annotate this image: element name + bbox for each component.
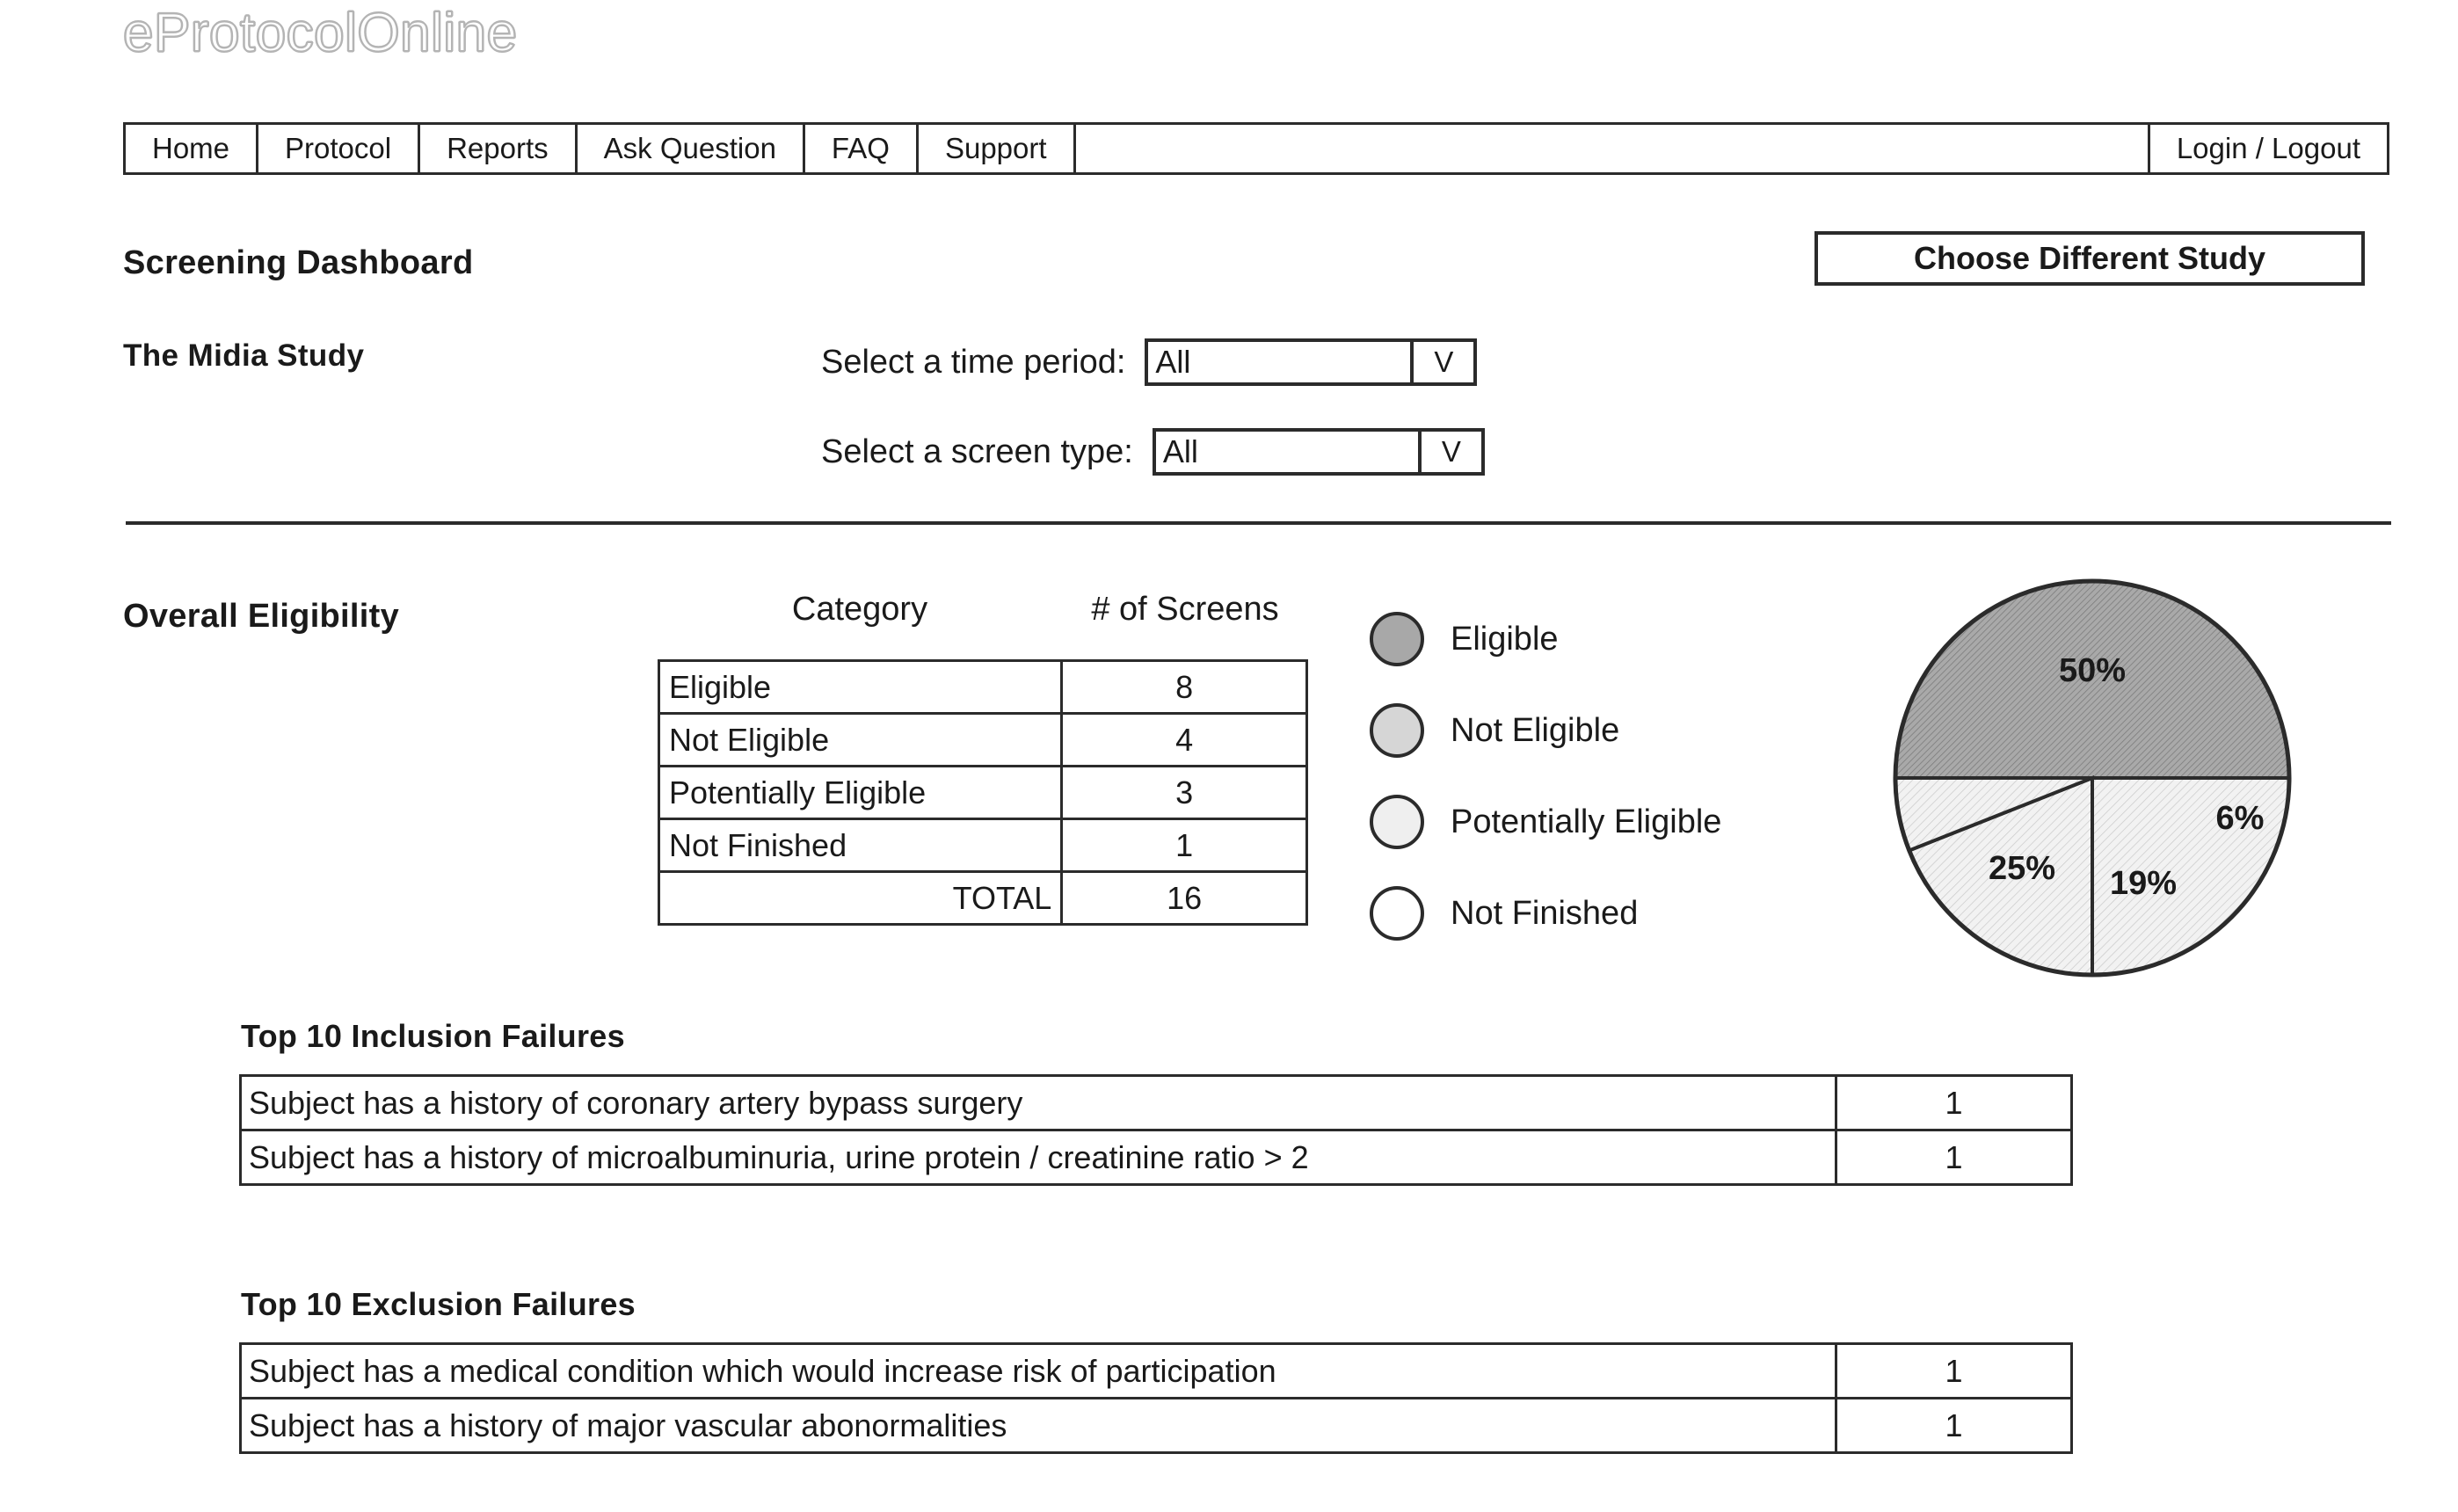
cell-failure-description: Subject has a medical condition which wo… (239, 1342, 1837, 1399)
cell-failure-count: 1 (1835, 1074, 2073, 1131)
cell-category: Not Finished (657, 818, 1064, 873)
legend-label: Not Eligible (1451, 711, 1620, 749)
cell-failure-count: 1 (1835, 1397, 2073, 1454)
table-row: Subject has a medical condition which wo… (239, 1342, 2073, 1399)
eligibility-pie-chart: 50% 25% 19% 6% (1890, 576, 2294, 980)
legend-swatch-circle-icon (1370, 703, 1424, 758)
screen-type-label: Select a screen type: (821, 433, 1133, 470)
nav-item-login-logout[interactable]: Login / Logout (2150, 125, 2387, 172)
legend-label: Eligible (1451, 620, 1559, 658)
nav-item-support[interactable]: Support (919, 125, 1076, 172)
table-row: Not Eligible 4 (657, 712, 1308, 767)
time-period-select[interactable]: All V (1145, 338, 1478, 386)
cell-total-screens: 16 (1060, 870, 1308, 926)
pie-label-eligible: 50% (2059, 652, 2126, 689)
pie-label-not-finished: 6% (2216, 800, 2265, 837)
screen-type-selected-value: All (1162, 433, 1198, 469)
legend-label: Potentially Eligible (1451, 803, 1722, 840)
chevron-down-icon[interactable]: V (1417, 432, 1481, 472)
study-name-label: The Midia Study (123, 338, 365, 373)
table-row: Eligible 8 (657, 659, 1308, 715)
nav-item-ask-question[interactable]: Ask Question (578, 125, 805, 172)
overall-eligibility-label: Overall Eligibility (123, 598, 400, 635)
section-divider (126, 521, 2391, 525)
cell-failure-description: Subject has a history of major vascular … (239, 1397, 1837, 1454)
cell-failure-description: Subject has a history of coronary artery… (239, 1074, 1837, 1131)
eligibility-table-headers: Category # of Screens (658, 591, 1308, 629)
eligibility-table: Eligible 8 Not Eligible 4 Potentially El… (657, 659, 1308, 926)
pie-label-not-eligible: 25% (1989, 850, 2055, 887)
exclusion-failures-title: Top 10 Exclusion Failures (241, 1286, 636, 1322)
nav-item-protocol[interactable]: Protocol (258, 125, 421, 172)
main-navigation-bar: Home Protocol Reports Ask Question FAQ S… (123, 122, 2389, 175)
pie-label-potentially-eligible: 19% (2110, 865, 2177, 902)
table-row-total: TOTAL 16 (657, 870, 1308, 926)
legend-item-not-finished: Not Finished (1370, 868, 1721, 959)
exclusion-failures-table: Subject has a medical condition which wo… (239, 1342, 2073, 1454)
cell-failure-count: 1 (1835, 1129, 2073, 1186)
cell-category: Potentially Eligible (657, 765, 1064, 820)
table-row: Subject has a history of coronary artery… (239, 1074, 2073, 1131)
table-row: Potentially Eligible 3 (657, 765, 1308, 820)
cell-screens: 1 (1060, 818, 1308, 873)
screen-type-select[interactable]: All V (1152, 428, 1485, 476)
legend-item-potentially-eligible: Potentially Eligible (1370, 776, 1721, 868)
nav-item-home[interactable]: Home (126, 125, 259, 172)
cell-screens: 4 (1060, 712, 1308, 767)
cell-screens: 8 (1060, 659, 1308, 715)
nav-item-reports[interactable]: Reports (420, 125, 578, 172)
time-period-filter-row: Select a time period: All V (821, 338, 1478, 386)
cell-failure-description: Subject has a history of microalbuminuri… (239, 1129, 1837, 1186)
nav-item-faq[interactable]: FAQ (805, 125, 919, 172)
table-row: Subject has a history of microalbuminuri… (239, 1129, 2073, 1186)
cell-category: Not Eligible (657, 712, 1064, 767)
legend-swatch-circle-icon (1370, 612, 1424, 666)
cell-total-label: TOTAL (657, 870, 1064, 926)
legend-swatch-circle-icon (1370, 795, 1424, 849)
app-masthead-title: eProtocolOnline (122, 2, 518, 64)
nav-spacer (1076, 125, 2150, 172)
pie-chart-svg: 50% 25% 19% 6% (1893, 578, 2292, 978)
cell-category: Eligible (657, 659, 1064, 715)
inclusion-failures-title: Top 10 Inclusion Failures (241, 1018, 625, 1054)
inclusion-failures-table: Subject has a history of coronary artery… (239, 1074, 2073, 1186)
legend-swatch-circle-icon (1370, 886, 1424, 941)
pie-chart-legend: Eligible Not Eligible Potentially Eligib… (1370, 593, 1721, 959)
choose-different-study-button[interactable]: Choose Different Study (1814, 231, 2365, 286)
cell-failure-count: 1 (1835, 1342, 2073, 1399)
legend-item-eligible: Eligible (1370, 593, 1721, 685)
column-header-category: Category (791, 591, 928, 628)
legend-item-not-eligible: Not Eligible (1370, 685, 1721, 776)
chevron-down-icon[interactable]: V (1410, 342, 1473, 382)
cell-screens: 3 (1060, 765, 1308, 820)
screen-type-filter-row: Select a screen type: All V (821, 428, 1485, 476)
table-row: Subject has a history of major vascular … (239, 1397, 2073, 1454)
column-header-screens: # of Screens (1091, 591, 1279, 628)
time-period-selected-value: All (1155, 344, 1191, 380)
time-period-label: Select a time period: (821, 343, 1126, 381)
legend-label: Not Finished (1451, 894, 1639, 932)
page-title: Screening Dashboard (123, 244, 474, 281)
table-row: Not Finished 1 (657, 818, 1308, 873)
